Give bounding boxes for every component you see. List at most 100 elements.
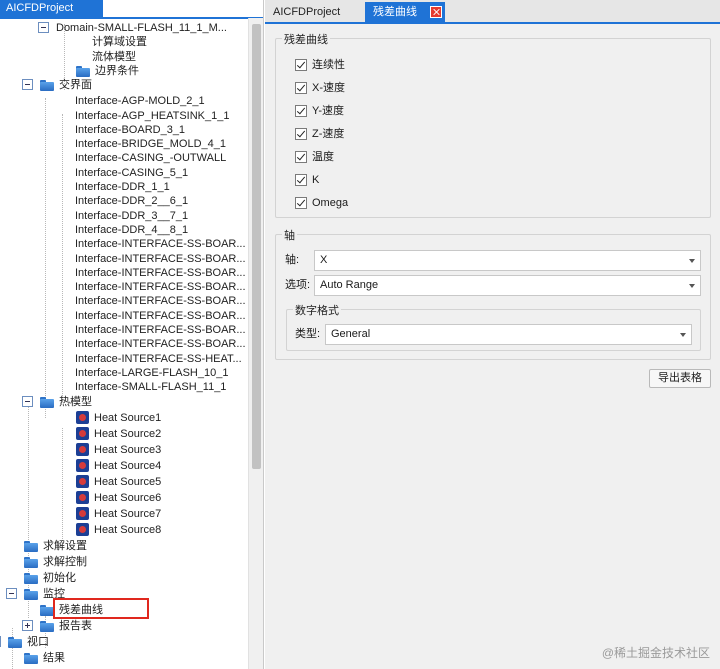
folder-icon — [24, 556, 38, 568]
tree-item-label: 求解设置 — [43, 539, 87, 552]
folder-icon — [76, 65, 90, 77]
chevron-down-icon — [689, 259, 695, 263]
tab-residual-curve[interactable]: 残差曲线 — [365, 2, 445, 22]
axis-label: 轴: — [285, 254, 300, 266]
checkbox[interactable] — [295, 174, 307, 186]
checkbox[interactable] — [295, 151, 307, 163]
folder-icon — [40, 620, 54, 632]
heat-source-icon — [76, 490, 89, 504]
export-table-button[interactable]: 导出表格 — [649, 369, 711, 388]
checkbox[interactable] — [295, 82, 307, 94]
close-icon[interactable] — [430, 6, 442, 18]
axis-select-value: X — [320, 254, 328, 266]
checkbox-label: Y-速度 — [312, 105, 344, 117]
heat-source-icon — [76, 442, 89, 456]
tree-item[interactable]: Heat Source2 — [0, 426, 246, 442]
heat-source-icon — [76, 474, 89, 488]
axis-group-title: 轴 — [282, 227, 297, 243]
tree-item[interactable]: 求解控制 — [0, 554, 246, 570]
collapse-icon[interactable] — [22, 395, 33, 407]
tree-item[interactable]: 求解设置 — [0, 538, 246, 554]
tree-item-label: Heat Source6 — [94, 491, 162, 504]
folder-icon — [8, 636, 22, 648]
heat-source-icon — [76, 426, 89, 440]
tree-item-label: Heat Source7 — [94, 507, 162, 520]
residual-group-title: 残差曲线 — [282, 31, 330, 47]
folder-icon — [40, 604, 54, 616]
tree-item-label: 求解控制 — [43, 555, 87, 568]
tree-item-label: 热模型 — [59, 395, 92, 408]
tree-item[interactable]: Heat Source1 — [0, 410, 246, 426]
checkbox-label: K — [312, 174, 320, 186]
tree-item-label: 视口 — [27, 635, 49, 648]
number-format-group: 数字格式 类型: General — [286, 302, 701, 351]
collapse-icon[interactable] — [0, 635, 1, 647]
number-type-select[interactable]: General — [325, 324, 692, 345]
number-type-value: General — [331, 328, 371, 340]
tree-item[interactable]: Heat Source8 — [0, 522, 246, 538]
tab-aicfdproject[interactable]: AICFDProject — [265, 2, 363, 22]
heat-source-icon — [76, 410, 89, 424]
highlight-annotation-box — [53, 598, 149, 619]
tree-item-label: Heat Source8 — [94, 523, 162, 536]
checkbox[interactable] — [295, 59, 307, 71]
collapse-icon[interactable] — [6, 587, 17, 599]
heat-source-icon — [76, 506, 89, 520]
tree-item-label: Heat Source3 — [94, 443, 162, 456]
editor-tabbar: AICFDProject 残差曲线 — [265, 0, 720, 24]
tree-item[interactable]: Heat Source5 — [0, 474, 246, 490]
folder-icon — [24, 540, 38, 552]
folder-icon — [24, 588, 38, 600]
tree-item-label: Heat Source4 — [94, 459, 162, 472]
checkbox-label: Omega — [312, 197, 349, 209]
tree-item[interactable]: 热模型 — [0, 394, 246, 410]
tree-item-label: Heat Source2 — [94, 427, 162, 440]
project-tab[interactable]: AICFDProject — [0, 0, 103, 17]
chevron-down-icon — [680, 333, 686, 337]
tree-item-label: 结果 — [43, 651, 65, 664]
project-tree: Domain-SMALL-FLASH_11_1_M... 计算域设置 流体模型 边界条… — [0, 18, 248, 669]
axis-group: 轴 轴: X 选项: Auto Range 数字格式 类型: General — [275, 227, 711, 360]
tree-item[interactable]: Heat Source3 — [0, 442, 246, 458]
tree-item[interactable]: 结果 — [0, 650, 246, 666]
range-option-select[interactable]: Auto Range — [314, 275, 701, 296]
axis-select[interactable]: X — [314, 250, 701, 271]
checkbox-label: Z-速度 — [312, 128, 345, 140]
tree-item[interactable]: Heat Source6 — [0, 490, 246, 506]
heat-source-icon — [76, 522, 89, 536]
checkbox-label: X-速度 — [312, 82, 345, 94]
range-option-value: Auto Range — [320, 279, 379, 291]
checkbox-label: 连续性 — [312, 59, 345, 71]
tree-item[interactable]: Heat Source4 — [0, 458, 246, 474]
number-format-title: 数字格式 — [293, 302, 341, 318]
checkbox[interactable] — [295, 105, 307, 117]
tree-item[interactable]: 交界面 — [0, 77, 246, 93]
expand-icon[interactable] — [22, 619, 33, 631]
tree-item-label: Heat Source5 — [94, 475, 162, 488]
folder-icon — [24, 652, 38, 664]
checkbox[interactable] — [295, 197, 307, 209]
checkbox-label: 温度 — [312, 151, 334, 163]
tree-item[interactable]: Heat Source7 — [0, 506, 246, 522]
collapse-icon[interactable] — [22, 79, 33, 91]
chevron-down-icon — [689, 284, 695, 288]
properties-panel: AICFDProject 残差曲线 残差曲线 连续性 X-速度 Y-速度 Z-速度温度… — [265, 0, 720, 669]
project-tree-panel: AICFDProject Domain-SMALL-FLASH_11_1_M..… — [0, 0, 264, 669]
tree-item-label: 交界面 — [59, 79, 92, 92]
option-label: 选项: — [285, 279, 311, 291]
folder-icon — [40, 396, 54, 408]
watermark-text: @稀土掘金技术社区 — [601, 646, 710, 660]
type-label: 类型: — [295, 328, 321, 340]
folder-icon — [40, 80, 54, 92]
checkbox[interactable] — [295, 128, 307, 140]
heat-source-icon — [76, 458, 89, 472]
tree-scrollbar[interactable] — [248, 18, 263, 669]
tree-scrollbar-thumb[interactable] — [252, 24, 261, 469]
collapse-icon[interactable] — [38, 22, 49, 33]
tree-item[interactable]: 报告表 — [0, 618, 246, 634]
tree-item[interactable]: 初始化 — [0, 570, 246, 586]
tree-item-label: Heat Source1 — [94, 411, 162, 424]
tree-item-label: 初始化 — [43, 571, 76, 584]
tree-item[interactable]: 视口 — [0, 634, 246, 650]
tab-residual-label: 残差曲线 — [373, 6, 417, 18]
